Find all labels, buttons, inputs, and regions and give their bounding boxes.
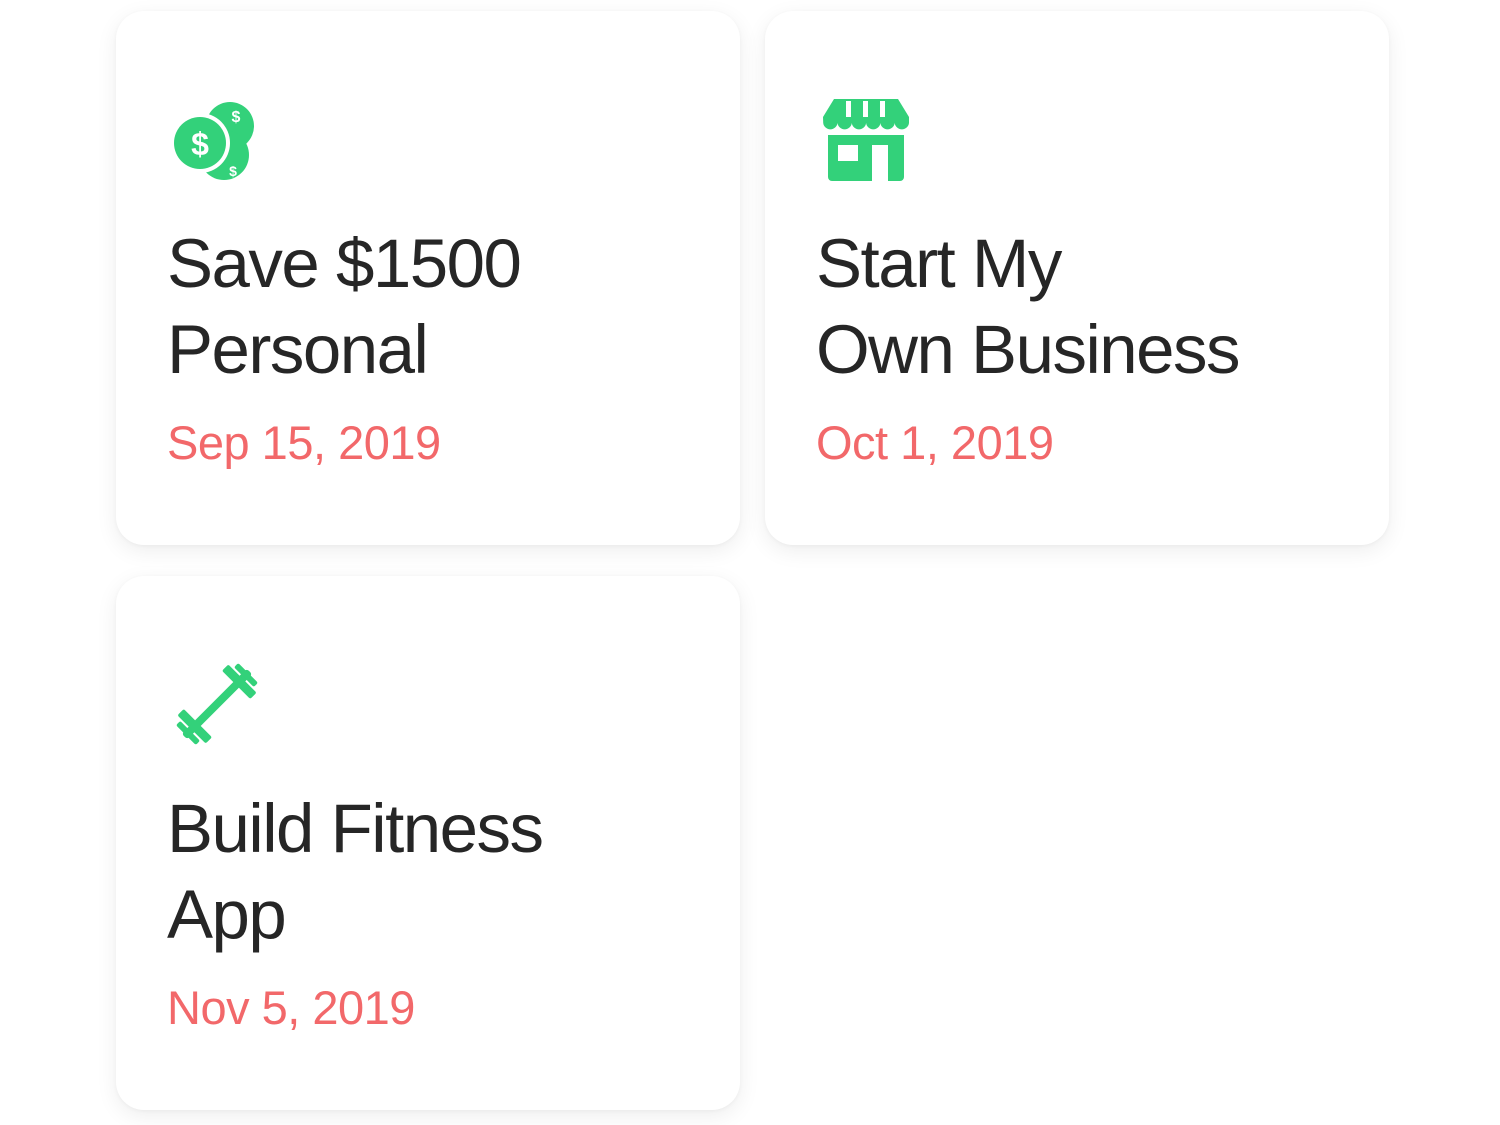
storefront-icon: [816, 89, 916, 189]
goal-card-save-1500[interactable]: $ $ $ Save $1500 Personal Sep 15, 2019: [116, 11, 740, 545]
svg-text:$: $: [232, 109, 241, 126]
money-coins-icon: $ $ $: [167, 89, 267, 189]
goal-due-date: Oct 1, 2019: [816, 416, 1054, 469]
goal-title-line1: Start My: [816, 225, 1062, 302]
goal-title: Save $1500 Personal: [167, 221, 707, 393]
goal-title-line1: Build Fitness: [167, 790, 544, 867]
svg-text:$: $: [229, 163, 237, 179]
goal-due-date: Nov 5, 2019: [167, 981, 415, 1034]
goal-card-start-business[interactable]: Start My Own Business Oct 1, 2019: [765, 11, 1389, 545]
dumbbell-icon: [167, 654, 267, 754]
goal-title-line1: Save $1500: [167, 225, 522, 302]
goal-card-build-fitness-app[interactable]: Build Fitness App Nov 5, 2019: [116, 576, 740, 1110]
goal-due-date: Sep 15, 2019: [167, 416, 441, 469]
goal-title-line2: App: [167, 876, 287, 953]
goal-title-line2: Personal: [167, 311, 429, 388]
goal-title: Start My Own Business: [816, 221, 1356, 393]
goal-title: Build Fitness App: [167, 786, 707, 958]
goals-grid: $ $ $ Save $1500 Personal Sep 15, 2019 S…: [0, 0, 1500, 1125]
svg-text:$: $: [191, 126, 209, 162]
goal-title-line2: Own Business: [816, 311, 1241, 388]
